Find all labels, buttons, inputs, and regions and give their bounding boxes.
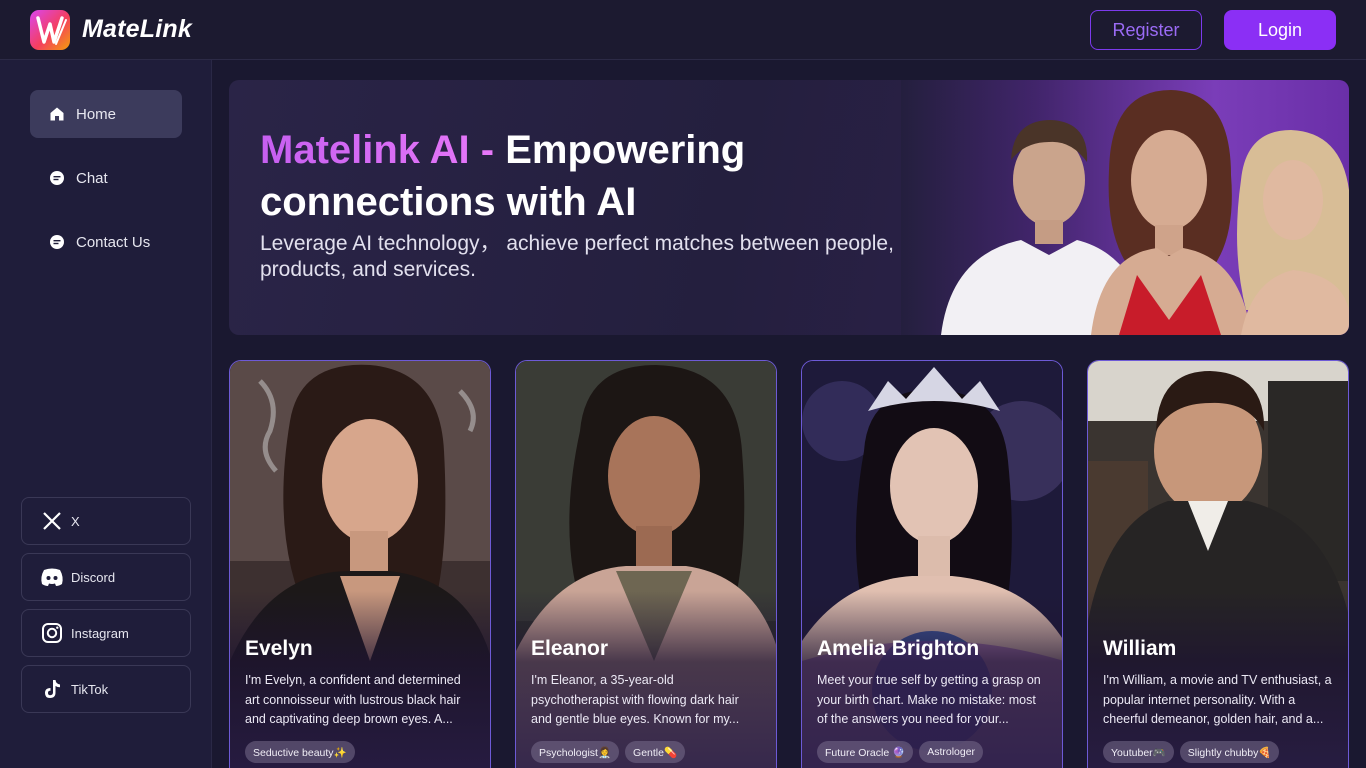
character-tag[interactable]: Psychologist👩‍⚕️ xyxy=(531,741,620,763)
character-description: I'm Evelyn, a confident and determined a… xyxy=(245,673,461,726)
character-name: William xyxy=(1103,637,1177,660)
instagram-icon xyxy=(40,621,64,645)
character-tags: Seductive beauty✨ xyxy=(245,741,355,763)
social-link-discord[interactable]: Discord xyxy=(21,553,191,601)
character-tags: Psychologist👩‍⚕️ Gentle💊 xyxy=(531,741,686,763)
tiktok-icon xyxy=(40,677,64,701)
character-tag[interactable]: Future Oracle 🔮 xyxy=(817,741,914,763)
hero-portraits-image xyxy=(901,80,1349,335)
matelink-logo-icon[interactable] xyxy=(30,10,70,50)
character-card-amelia-brighton[interactable]: Amelia Brighton Meet your true self by g… xyxy=(801,360,1063,768)
contact-icon xyxy=(48,233,66,251)
character-description: Meet your true self by getting a grasp o… xyxy=(817,673,1041,726)
brand-name[interactable]: MateLink xyxy=(82,15,192,44)
discord-icon xyxy=(40,565,64,589)
social-label: X xyxy=(71,513,80,529)
hero-subtitle: Leverage AI technology， achieve perfect … xyxy=(260,232,894,281)
character-tag[interactable]: Youtuber🎮 xyxy=(1103,741,1174,763)
social-label: Discord xyxy=(71,569,116,585)
sidebar-item-label: Chat xyxy=(76,169,108,187)
character-tag[interactable]: Gentle💊 xyxy=(625,741,686,763)
character-tags: Youtuber🎮 Slightly chubby🍕 xyxy=(1103,741,1280,763)
hero-title: Matelink AI - Empowering connections wit… xyxy=(260,124,900,228)
register-button[interactable]: Register xyxy=(1090,10,1202,50)
character-description: I'm William, a movie and TV enthusiast, … xyxy=(1103,673,1332,726)
social-link-tiktok[interactable]: TikTok xyxy=(21,665,191,713)
sidebar-item-chat[interactable]: Chat xyxy=(30,154,182,202)
social-label: Instagram xyxy=(71,625,129,641)
hero-title-accent: Matelink AI - xyxy=(260,128,506,172)
chat-icon xyxy=(48,169,66,187)
social-link-x[interactable]: X xyxy=(21,497,191,545)
sidebar-item-contact-us[interactable]: Contact Us xyxy=(30,218,182,266)
character-description: I'm Eleanor, a 35-year-old psychotherapi… xyxy=(531,673,740,726)
character-card-evelyn[interactable]: Evelyn I'm Evelyn, a confident and deter… xyxy=(229,360,491,768)
character-name: Amelia Brighton xyxy=(817,637,980,660)
sidebar-item-home[interactable]: Home xyxy=(30,90,182,138)
character-tag[interactable]: Seductive beauty✨ xyxy=(245,741,355,763)
social-label: TikTok xyxy=(71,681,109,697)
home-icon xyxy=(48,105,66,123)
x-icon xyxy=(40,509,64,533)
sidebar: Home Chat Contact Us X Discord Instagram xyxy=(0,60,212,768)
sidebar-item-label: Contact Us xyxy=(76,233,151,251)
sidebar-item-label: Home xyxy=(76,105,117,123)
character-tag[interactable]: Astrologer xyxy=(919,741,984,763)
character-card-eleanor[interactable]: Eleanor I'm Eleanor, a 35-year-old psych… xyxy=(515,360,777,768)
hero-banner: Matelink AI - Empowering connections wit… xyxy=(229,80,1349,335)
login-button[interactable]: Login xyxy=(1224,10,1336,50)
top-bar: MateLink Register Login xyxy=(0,0,1366,60)
character-tags: Future Oracle 🔮 Astrologer xyxy=(817,741,984,763)
character-name: Evelyn xyxy=(245,637,313,660)
social-link-instagram[interactable]: Instagram xyxy=(21,609,191,657)
character-name: Eleanor xyxy=(531,637,609,660)
character-card-william[interactable]: William I'm William, a movie and TV enth… xyxy=(1087,360,1349,768)
character-tag[interactable]: Slightly chubby🍕 xyxy=(1179,741,1280,763)
